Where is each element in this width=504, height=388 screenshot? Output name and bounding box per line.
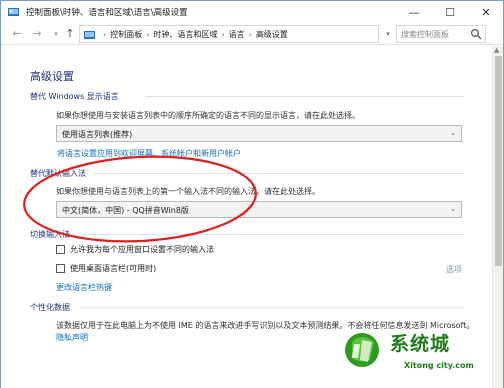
page-title: 高级设置 <box>30 70 74 83</box>
minimize-button[interactable]: — <box>397 1 431 23</box>
input-method-description: 如果你想使用与语言列表上的第一个输入法不同的输入法，请在此处选择。 <box>56 187 320 196</box>
vertical-scrollbar[interactable]: ▲ <box>492 46 503 388</box>
section-heading-personalization: 个性化数据 <box>30 303 70 312</box>
breadcrumb-separator: › <box>248 30 252 39</box>
control-panel-icon <box>84 31 95 39</box>
forward-button[interactable]: → <box>30 26 44 42</box>
watermark-url: Xitong city.com <box>404 361 474 370</box>
display-language-description: 如果你想使用与安装语言列表中的顺序所确定的语言不同的显示语言，请在此处选择。 <box>56 111 360 120</box>
breadcrumb-item-control-panel[interactable]: 控制面板 <box>110 30 142 39</box>
apply-to-welcome-screen-link[interactable]: 将语言设置应用到欢迎屏幕、系统帐户和新用户帐户 <box>57 148 241 159</box>
breadcrumb-item-language[interactable]: 语言 <box>229 30 245 39</box>
breadcrumb-separator: › <box>221 30 225 39</box>
search-icon[interactable] <box>470 28 482 40</box>
section-divider <box>146 96 464 97</box>
breadcrumb: › 控制面板 › 时钟、语言和区域 › 语言 › 高级设置 <box>99 29 288 40</box>
change-hotkeys-link[interactable]: 更改语言栏热键 <box>56 282 112 293</box>
window-title: 控制面板\时钟、语言和区域\语言\高级设置 <box>26 8 188 18</box>
maximize-button[interactable]: ☐ <box>433 1 467 23</box>
privacy-statement-link[interactable]: 隐私声明 <box>56 332 88 343</box>
address-field[interactable]: › 控制面板 › 时钟、语言和区域 › 语言 › 高级设置 <box>79 25 379 43</box>
section-divider <box>81 307 464 308</box>
back-button[interactable]: ← <box>10 26 24 42</box>
display-language-selected-value: 使用语言列表(推荐) <box>62 130 133 139</box>
display-language-select[interactable]: 使用语言列表(推荐) ⌄ <box>56 125 462 142</box>
up-button[interactable]: ↑ <box>63 26 77 42</box>
section-heading-display-language: 替代 Windows 显示语言 <box>30 92 119 101</box>
section-heading-switching: 切换输入法 <box>30 230 70 239</box>
per-app-input-method-label[interactable]: 允许我为每个应用窗口设置不同的输入法 <box>70 244 214 255</box>
section-divider <box>94 173 464 174</box>
chevron-down-icon: ⌄ <box>450 129 456 137</box>
address-dropdown-button[interactable]: ▾ <box>382 26 394 42</box>
search-placeholder: 搜索控制面板 <box>401 30 449 39</box>
close-button[interactable]: ✕ <box>469 1 503 23</box>
title-bar: 控制面板\时钟、语言和区域\语言\高级设置 — ☐ ✕ <box>1 1 503 23</box>
section-heading-input-method: 替代默认输入法 <box>30 169 86 178</box>
desktop-language-bar-label[interactable]: 使用桌面语言栏(可用时) <box>70 263 156 274</box>
watermark-brand: 系统城 <box>390 333 451 355</box>
control-panel-icon <box>8 8 19 16</box>
recent-locations-button[interactable]: ▾ <box>49 26 63 42</box>
per-app-input-method-checkbox[interactable] <box>56 245 65 254</box>
scrollbar-thumb[interactable] <box>495 56 502 266</box>
desktop-language-bar-checkbox[interactable] <box>56 264 65 273</box>
breadcrumb-item-clock-language-region[interactable]: 时钟、语言和区域 <box>153 30 217 39</box>
address-bar-row: ← → ▾ ↑ › 控制面板 › 时钟、语言和区域 › 语言 › 高级设置 ▾ 搜索控制面板 <box>1 23 503 45</box>
chevron-down-icon: ⌄ <box>450 205 456 213</box>
scroll-up-icon[interactable]: ▲ <box>494 46 499 54</box>
input-method-selected-value: 中文(简体，中国) - QQ拼音Win8版 <box>62 206 189 215</box>
breadcrumb-separator: › <box>146 30 150 39</box>
input-method-select[interactable]: 中文(简体，中国) - QQ拼音Win8版 ⌄ <box>56 201 462 218</box>
section-divider <box>84 234 464 235</box>
breadcrumb-item-advanced-settings[interactable]: 高级设置 <box>256 30 288 39</box>
breadcrumb-separator: › <box>103 30 107 39</box>
search-box[interactable]: 搜索控制面板 <box>396 25 486 43</box>
language-bar-options-link[interactable]: 选项 <box>446 264 462 275</box>
